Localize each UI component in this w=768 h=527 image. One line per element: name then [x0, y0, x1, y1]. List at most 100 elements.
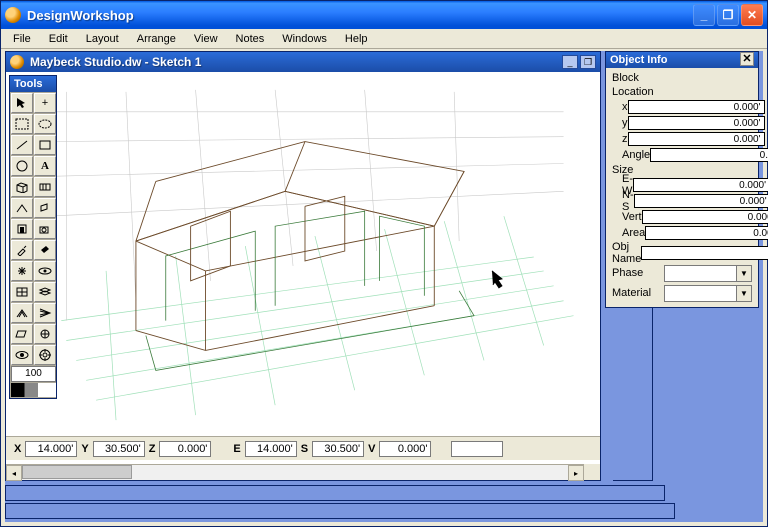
phase-select[interactable]: ▼: [664, 265, 752, 282]
y-input[interactable]: [628, 116, 765, 130]
titlebar[interactable]: DesignWorkshop _ ❐ ✕: [1, 1, 767, 29]
menu-windows[interactable]: Windows: [274, 31, 335, 47]
z-input[interactable]: [628, 132, 765, 146]
drawing-canvas[interactable]: [6, 72, 600, 436]
menu-edit[interactable]: Edit: [41, 31, 76, 47]
close-button[interactable]: ✕: [741, 4, 763, 26]
tool-select[interactable]: [11, 93, 33, 113]
menu-layout[interactable]: Layout: [78, 31, 127, 47]
object-info-panel[interactable]: Object Info ✕ Block Location x y z Angle…: [605, 51, 759, 308]
tool-persp1[interactable]: [11, 303, 33, 323]
chevron-down-icon[interactable]: ▼: [736, 286, 751, 301]
minimize-button[interactable]: _: [693, 4, 715, 26]
tool-orbit[interactable]: [34, 261, 56, 281]
coord-e-label: E: [231, 443, 242, 455]
tool-wall[interactable]: [34, 177, 56, 197]
angle-input[interactable]: [650, 148, 768, 162]
ns-input[interactable]: [634, 194, 768, 208]
tool-grid2[interactable]: [34, 282, 56, 302]
coord-e-input[interactable]: [245, 441, 297, 457]
scroll-right-button[interactable]: ▸: [568, 465, 584, 481]
scroll-corner: [584, 464, 600, 480]
menu-view[interactable]: View: [186, 31, 226, 47]
document-maximize-button[interactable]: ❐: [580, 55, 596, 69]
area-input[interactable]: [645, 226, 768, 240]
mdi-client: Maybeck Studio.dw - Sketch 1 _ ❐: [5, 51, 763, 522]
cursor-icon: [492, 271, 502, 288]
coord-s-input[interactable]: [312, 441, 364, 457]
tool-eye[interactable]: [11, 345, 33, 365]
maximize-button[interactable]: ❐: [717, 4, 739, 26]
tools-palette[interactable]: Tools + A: [9, 75, 57, 399]
coord-v-label: V: [366, 443, 377, 455]
vert-input[interactable]: [642, 210, 768, 224]
document-icon: [10, 55, 24, 69]
tool-marquee[interactable]: [11, 114, 33, 134]
mdi-sibling-strip: [5, 485, 665, 501]
coord-y-label: Y: [79, 443, 90, 455]
mdi-sibling-strip: [5, 503, 675, 519]
coord-x-label: X: [12, 443, 23, 455]
tool-paint[interactable]: [34, 240, 56, 260]
tool-view1[interactable]: [11, 324, 33, 344]
tool-circle[interactable]: [11, 156, 33, 176]
object-info-close-button[interactable]: ✕: [740, 52, 754, 66]
location-label: Location: [612, 85, 752, 99]
document-window: Maybeck Studio.dw - Sketch 1 _ ❐: [5, 51, 601, 481]
ew-input[interactable]: [633, 178, 768, 192]
tool-text[interactable]: A: [34, 156, 56, 176]
object-info-title[interactable]: Object Info: [610, 52, 740, 68]
coord-y-input[interactable]: [93, 441, 145, 457]
tool-persp2[interactable]: [34, 303, 56, 323]
tool-point[interactable]: +: [34, 93, 56, 113]
material-select[interactable]: ▼: [664, 285, 752, 302]
document-titlebar[interactable]: Maybeck Studio.dw - Sketch 1 _ ❐: [6, 52, 600, 72]
coord-x-input[interactable]: [25, 441, 77, 457]
tool-view2[interactable]: [34, 324, 56, 344]
phase-label: Phase: [612, 267, 664, 279]
block-label: Block: [612, 71, 752, 85]
tool-eyedropper[interactable]: [11, 240, 33, 260]
tone-strip-icon[interactable]: [11, 383, 56, 397]
x-input[interactable]: [628, 100, 765, 114]
area-label: Area: [612, 227, 645, 239]
tool-grid1[interactable]: [11, 282, 33, 302]
scroll-left-button[interactable]: ◂: [6, 465, 22, 481]
document-minimize-button[interactable]: _: [562, 55, 578, 69]
document-title: Maybeck Studio.dw - Sketch 1: [30, 55, 560, 69]
z-label: z: [612, 133, 628, 145]
tool-camera[interactable]: [34, 219, 56, 239]
objname-input[interactable]: [641, 246, 768, 260]
scroll-track[interactable]: [22, 465, 568, 480]
menu-file[interactable]: File: [5, 31, 39, 47]
app-title: DesignWorkshop: [27, 8, 693, 23]
tool-opening[interactable]: [11, 219, 33, 239]
vert-label: Vert: [612, 211, 642, 223]
mdi-sibling-strip: [605, 299, 653, 481]
chevron-down-icon[interactable]: ▼: [736, 266, 751, 281]
tool-box[interactable]: [11, 177, 33, 197]
y-label: y: [612, 117, 628, 129]
tool-extrude[interactable]: [34, 198, 56, 218]
x-label: x: [612, 101, 628, 113]
zoom-value[interactable]: 100: [11, 366, 56, 382]
coord-z-input[interactable]: [159, 441, 211, 457]
tools-title[interactable]: Tools: [10, 76, 56, 92]
horizontal-scrollbar[interactable]: ◂ ▸: [6, 464, 584, 480]
menu-notes[interactable]: Notes: [228, 31, 273, 47]
tool-pan[interactable]: [11, 261, 33, 281]
tool-rect[interactable]: [34, 135, 56, 155]
tool-roof[interactable]: [11, 198, 33, 218]
tool-target[interactable]: [34, 345, 56, 365]
tool-freeselect[interactable]: [34, 114, 56, 134]
menu-arrange[interactable]: Arrange: [129, 31, 184, 47]
tool-line[interactable]: [11, 135, 33, 155]
objname-label: Obj Name: [612, 241, 641, 265]
coord-v-input[interactable]: [379, 441, 431, 457]
angle-label: Angle: [612, 149, 650, 161]
menubar: File Edit Layout Arrange View Notes Wind…: [1, 29, 767, 49]
menu-help[interactable]: Help: [337, 31, 376, 47]
coord-extra-input[interactable]: [451, 441, 503, 457]
coordinate-bar: X Y Z E S V: [6, 436, 600, 460]
scroll-thumb[interactable]: [22, 465, 132, 479]
